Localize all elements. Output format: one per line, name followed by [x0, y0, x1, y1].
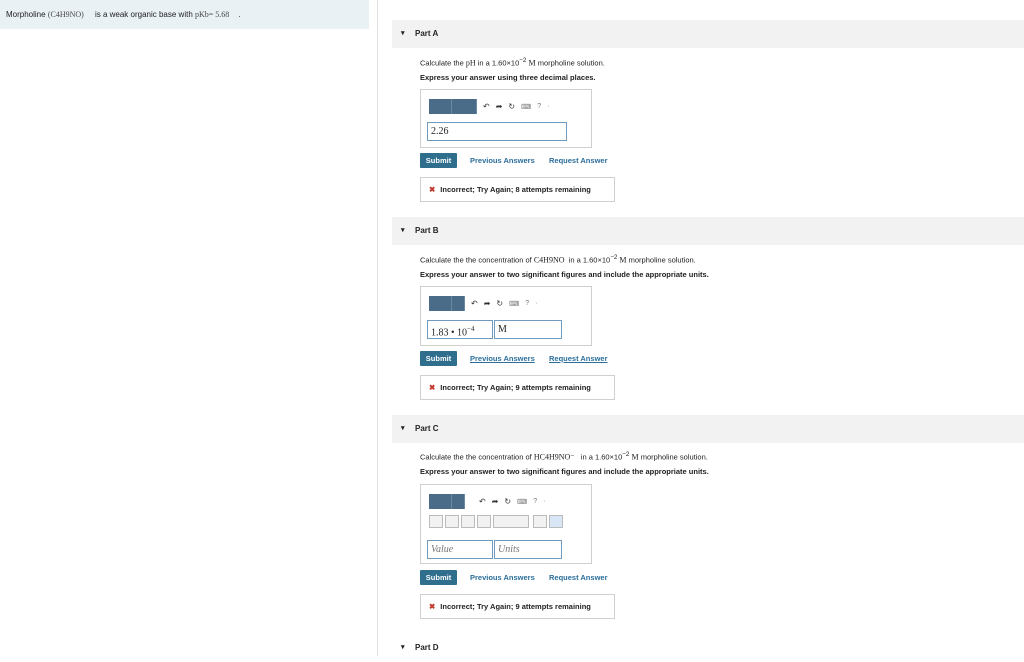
keyboard-icon[interactable]: ⌨	[521, 103, 531, 111]
part-b-answer-editor: ↶ ➦ ↻ ⌨ ? · 1.83 • 10−4 M	[420, 286, 592, 346]
symbol-button[interactable]	[477, 515, 491, 528]
part-b-units-input[interactable]: M	[494, 320, 562, 339]
templates-button[interactable]	[429, 296, 465, 311]
part-b-toolbar: ↶ ➦ ↻ ⌨ ? ·	[429, 296, 537, 311]
part-b-title: Part B	[415, 226, 439, 235]
problem-period: .	[238, 10, 241, 19]
part-a-value-input[interactable]: 2.26	[427, 122, 567, 141]
part-b-header[interactable]: ▾ Part B	[392, 217, 1024, 245]
more-icon[interactable]: ·	[535, 300, 537, 307]
part-b-submit-button[interactable]: Submit	[420, 351, 457, 366]
undo-icon[interactable]: ↶	[471, 299, 478, 308]
problem-pkb: pKb= 5.68	[195, 10, 230, 19]
incorrect-x-icon: ✖	[429, 185, 436, 194]
symbol-button[interactable]	[429, 515, 443, 528]
incorrect-x-icon: ✖	[429, 383, 436, 392]
part-a-submit-button[interactable]: Submit	[420, 153, 457, 168]
column-divider	[377, 0, 378, 656]
keyboard-icon[interactable]: ⌨	[517, 498, 527, 506]
redo-icon[interactable]: ➦	[484, 299, 491, 308]
help-icon[interactable]: ?	[533, 498, 537, 505]
help-icon[interactable]: ?	[537, 103, 541, 110]
part-c-answer-editor: ↶ ➦ ↻ ⌨ ? · Value Units	[420, 484, 592, 564]
part-c-feedback: ✖ Incorrect; Try Again; 9 attempts remain…	[420, 594, 615, 619]
part-a-request-answer-link[interactable]: Request Answer	[549, 156, 608, 165]
collapse-caret-icon: ▾	[401, 30, 405, 37]
problem-intro-tail: is a weak organic base with	[94, 10, 193, 19]
scientific-notation-button[interactable]	[493, 515, 529, 528]
part-c-header[interactable]: ▾ Part C	[392, 415, 1024, 443]
part-a-answer-editor: ↶ ➦ ↻ ⌨ ? · 2.26	[420, 89, 592, 148]
more-icon[interactable]: ·	[543, 498, 545, 505]
part-c-title: Part C	[415, 424, 439, 433]
part-b-previous-answers-link[interactable]: Previous Answers	[470, 354, 535, 363]
part-c-request-answer-link[interactable]: Request Answer	[549, 573, 608, 582]
part-a-question: Calculate the pH in a 1.60×10−2 M morpho…	[420, 57, 605, 68]
collapse-caret-icon: ▾	[401, 644, 405, 651]
part-c-units-input[interactable]: Units	[494, 540, 562, 559]
reset-icon[interactable]: ↻	[508, 102, 515, 111]
keyboard-icon[interactable]: ⌨	[509, 300, 519, 308]
part-c-instruction: Express your answer to two significant f…	[420, 467, 709, 476]
part-c-previous-answers-link[interactable]: Previous Answers	[470, 573, 535, 582]
undo-icon[interactable]: ↶	[483, 102, 490, 111]
part-b-feedback: ✖ Incorrect; Try Again; 9 attempts remain…	[420, 375, 615, 400]
incorrect-x-icon: ✖	[429, 602, 436, 611]
templates-button[interactable]	[429, 494, 465, 509]
part-c-submit-button[interactable]: Submit	[420, 570, 457, 585]
part-a-toolbar: ↶ ➦ ↻ ⌨ ? ·	[429, 99, 549, 114]
collapse-caret-icon: ▾	[401, 425, 405, 432]
collapse-caret-icon: ▾	[401, 227, 405, 234]
part-b-request-answer-link[interactable]: Request Answer	[549, 354, 608, 363]
part-a-title: Part A	[415, 29, 439, 38]
part-a-previous-answers-link[interactable]: Previous Answers	[470, 156, 535, 165]
part-d-title: Part D	[415, 643, 439, 652]
undo-icon[interactable]: ↶	[479, 497, 486, 506]
symbol-button[interactable]	[461, 515, 475, 528]
part-c-question: Calculate the the concentration of HC4H9…	[420, 451, 708, 462]
symbol-button[interactable]	[533, 515, 547, 528]
part-a-instruction: Express your answer using three decimal …	[420, 73, 596, 82]
part-a-header[interactable]: ▾ Part A	[392, 20, 1024, 48]
symbol-button[interactable]	[445, 515, 459, 528]
help-icon[interactable]: ?	[525, 300, 529, 307]
problem-name: Morpholine	[6, 10, 46, 19]
part-b-instruction: Express your answer to two significant f…	[420, 270, 709, 279]
reset-icon[interactable]: ↻	[496, 299, 503, 308]
redo-icon[interactable]: ➦	[492, 497, 499, 506]
more-icon[interactable]: ·	[547, 103, 549, 110]
templates-button[interactable]	[429, 99, 477, 114]
part-d-header[interactable]: ▾ Part D	[392, 634, 1024, 656]
part-c-toolbar: ↶ ➦ ↻ ⌨ ? ·	[429, 494, 545, 509]
part-a-feedback: ✖ Incorrect; Try Again; 8 attempts remain…	[420, 177, 615, 202]
redo-icon[interactable]: ➦	[496, 102, 503, 111]
part-c-value-input[interactable]: Value	[427, 540, 493, 559]
part-b-question: Calculate the the concentration of C4H9N…	[420, 254, 696, 265]
symbol-button[interactable]	[549, 515, 563, 528]
problem-statement: Morpholine (C4H9NO) is a weak organic ba…	[0, 0, 369, 29]
problem-formula: (C4H9NO)	[47, 10, 84, 19]
part-b-value-input[interactable]: 1.83 • 10−4	[427, 320, 493, 339]
reset-icon[interactable]: ↻	[504, 497, 511, 506]
